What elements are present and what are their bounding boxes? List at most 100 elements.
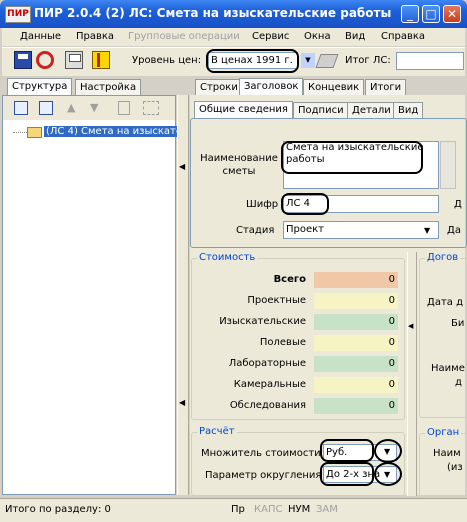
cost-row-value: 0: [314, 398, 398, 414]
multiplier-chevron-down-icon[interactable]: ▼: [384, 447, 390, 456]
estimate-name-label: Наименование сметы: [200, 153, 278, 177]
menu-view[interactable]: Вид: [345, 31, 365, 42]
estimate-name-highlight: [281, 141, 423, 174]
tree-structure-icon[interactable]: [143, 101, 159, 115]
menu-service[interactable]: Сервис: [252, 31, 289, 42]
print-icon[interactable]: [65, 51, 83, 69]
menu-data[interactable]: Данные: [20, 31, 61, 42]
contract-line-2: Би: [451, 318, 465, 329]
tree-add-child-icon[interactable]: [39, 101, 53, 115]
price-level-highlight: [206, 49, 299, 73]
window-title: ПИР 2.0.4 (2) ЛС: Смета на изыскательски…: [34, 6, 392, 20]
status-indicator-ovr: ЗАМ: [316, 504, 338, 515]
tree-line: [13, 132, 27, 133]
tab-details-label: Детали: [352, 105, 391, 116]
delete-icon[interactable]: [118, 101, 130, 115]
contract-date-label: Дата д: [427, 297, 463, 308]
close-button[interactable]: ✕: [443, 5, 461, 23]
calc-group: [191, 432, 405, 496]
cost-row-label: Обследования: [229, 400, 306, 411]
content-splitter[interactable]: [407, 252, 417, 496]
contract-group: [419, 258, 467, 418]
stage-chevron-down-icon[interactable]: ▼: [424, 226, 430, 235]
total-ls-label: Итог ЛС:: [345, 55, 391, 66]
save-icon[interactable]: [14, 51, 32, 69]
contract-line-3: Наиме: [431, 363, 465, 374]
arrow-up-icon[interactable]: ▲: [67, 101, 75, 114]
menu-help[interactable]: Справка: [381, 31, 425, 42]
tab-footer[interactable]: Концевик: [303, 79, 365, 95]
cost-row-value: 0: [314, 377, 398, 393]
calc-title: Расчёт: [197, 426, 237, 437]
price-level-label: Уровень цен:: [132, 55, 202, 66]
stage-label: Стадия: [236, 225, 275, 236]
cost-row-value: 0: [314, 293, 398, 309]
tab-settings-label: Настройка: [80, 82, 137, 93]
tab-view-label: Вид: [398, 105, 419, 116]
cost-row-label: Полевые: [259, 337, 306, 348]
minimize-button[interactable]: _: [401, 5, 419, 23]
cost-row-value: 0: [314, 335, 398, 351]
tab-general-label: Общие сведения: [199, 104, 288, 115]
right-clip-label-2: Да: [447, 225, 461, 236]
tab-rows-label: Строки: [200, 82, 238, 93]
code-highlight: [281, 193, 329, 215]
tree-add-icon[interactable]: [14, 101, 28, 115]
cost-row-label: Всего: [273, 274, 306, 285]
status-text: Итого по разделу: 0: [5, 504, 111, 515]
tab-settings[interactable]: Настройка: [75, 79, 142, 95]
stage-select[interactable]: Проект: [283, 221, 439, 239]
tab-rows[interactable]: Строки: [195, 79, 243, 95]
chevron-down-icon[interactable]: ▼: [301, 53, 315, 68]
name-scrollbar[interactable]: [440, 141, 456, 189]
status-indicator-pr: Пр: [231, 504, 245, 515]
cost-row-label: Камеральные: [233, 379, 306, 390]
rounding-highlight: [320, 462, 374, 486]
app-icon: ПИР: [5, 6, 31, 23]
splitter-left-icon[interactable]: ◀: [408, 322, 413, 330]
stage-value: Проект: [286, 224, 325, 235]
tab-view[interactable]: Вид: [393, 102, 424, 118]
menu-edit[interactable]: Правка: [76, 31, 114, 42]
tab-footer-label: Концевик: [308, 82, 360, 93]
folder-icon: [27, 127, 42, 138]
cost-title: Стоимость: [197, 252, 258, 263]
multiplier-highlight: [320, 439, 374, 462]
tab-structure[interactable]: Структура: [7, 78, 73, 96]
tree-item[interactable]: (ЛС 4) Смета на изыскате: [44, 126, 185, 137]
collapse-left-icon-2[interactable]: ◀: [179, 398, 185, 407]
tab-details[interactable]: Детали: [347, 102, 396, 118]
refresh-icon[interactable]: [36, 51, 54, 69]
tab-header-label: Заголовок: [244, 81, 299, 92]
total-ls-field: [396, 52, 464, 70]
cost-row-value: 0: [314, 272, 398, 288]
tab-signatures[interactable]: Подписи: [293, 102, 349, 118]
cost-row-value: 0: [314, 356, 398, 372]
multiplier-label: Множитель стоимости: [201, 448, 321, 459]
contract-title: Догов: [425, 252, 461, 263]
menu-windows[interactable]: Окна: [304, 31, 331, 42]
status-indicator-num: НУМ: [288, 504, 311, 515]
rounding-chevron-down-icon[interactable]: ▼: [384, 470, 390, 479]
org-title: Орган: [425, 427, 462, 438]
tab-general[interactable]: Общие сведения: [194, 101, 293, 119]
org-line-1: Наим: [433, 448, 461, 459]
tab-totals[interactable]: Итоги: [365, 79, 407, 95]
right-clip-label-1: Д: [454, 199, 462, 210]
tab-totals-label: Итоги: [370, 82, 402, 93]
menu-group-operations[interactable]: Групповые операции: [128, 31, 240, 42]
rounding-label: Параметр округления: [205, 470, 322, 481]
code-label: Шифр: [246, 199, 279, 210]
cost-row-label: Лабораторные: [228, 358, 306, 369]
arrow-down-icon[interactable]: ▼: [90, 101, 98, 114]
tree-view[interactable]: [3, 122, 175, 494]
collapse-left-icon[interactable]: ◀: [179, 162, 185, 171]
book-icon[interactable]: [92, 51, 110, 69]
panel-splitter[interactable]: [177, 95, 189, 495]
tab-structure-label: Структура: [12, 81, 68, 92]
tab-header[interactable]: Заголовок: [239, 78, 304, 96]
cost-row-label: Проектные: [247, 295, 306, 306]
maximize-button[interactable]: □: [422, 5, 440, 23]
status-indicator-caps: КАПС: [254, 504, 283, 515]
org-line-2: (из: [447, 462, 463, 473]
